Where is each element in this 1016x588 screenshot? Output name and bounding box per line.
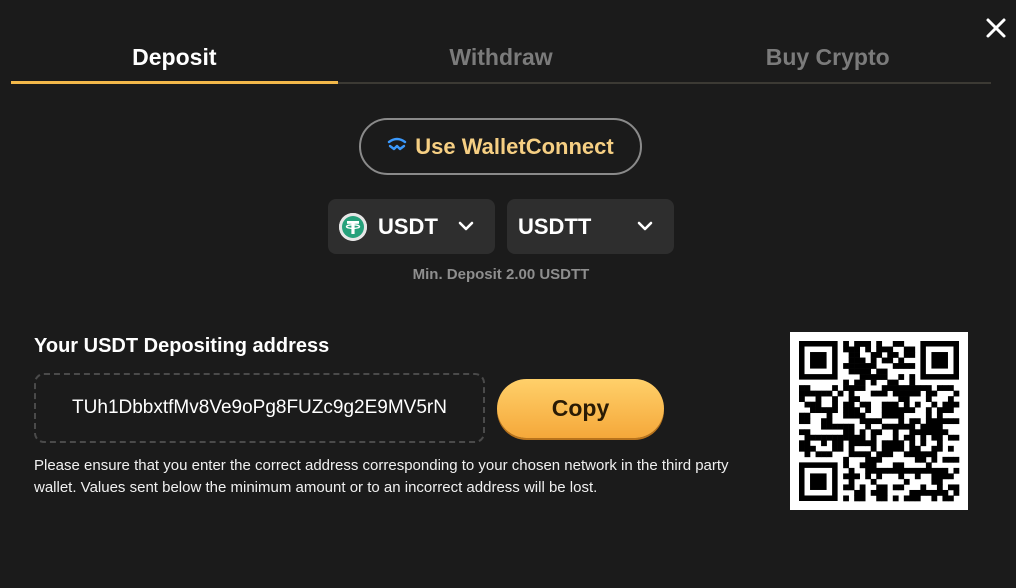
- qr-code: [790, 332, 968, 510]
- min-deposit-text: Min. Deposit 2.00 USDTT: [412, 266, 590, 283]
- tab-buy-crypto[interactable]: Buy Crypto: [664, 30, 992, 84]
- copy-button[interactable]: Copy: [497, 379, 664, 438]
- deposit-address-field[interactable]: TUh1DbbxtfMv8Ve9oPg8FUZc9g2E9MV5rN: [34, 373, 485, 443]
- tether-icon: [339, 212, 367, 241]
- use-walletconnect-button[interactable]: Use WalletConnect: [359, 118, 642, 175]
- network-select[interactable]: USDTT: [507, 199, 674, 254]
- deposit-warning-note: Please ensure that you enter the correct…: [34, 457, 729, 496]
- tab-bar: Deposit Withdraw Buy Crypto: [11, 30, 992, 84]
- address-title: Your USDT Depositing address: [34, 335, 330, 357]
- walletconnect-label: Use WalletConnect: [415, 133, 614, 159]
- chevron-down-icon: [455, 215, 477, 237]
- network-select-value: USDTT: [518, 213, 592, 239]
- tab-withdraw[interactable]: Withdraw: [337, 30, 665, 84]
- tab-deposit[interactable]: Deposit: [11, 30, 338, 84]
- deposit-modal: Deposit Withdraw Buy Crypto Use WalletCo…: [0, 0, 1016, 588]
- coin-select[interactable]: USDT: [328, 199, 495, 254]
- walletconnect-icon: [387, 137, 407, 156]
- coin-select-value: USDT: [378, 213, 438, 239]
- chevron-down-icon: [634, 215, 656, 237]
